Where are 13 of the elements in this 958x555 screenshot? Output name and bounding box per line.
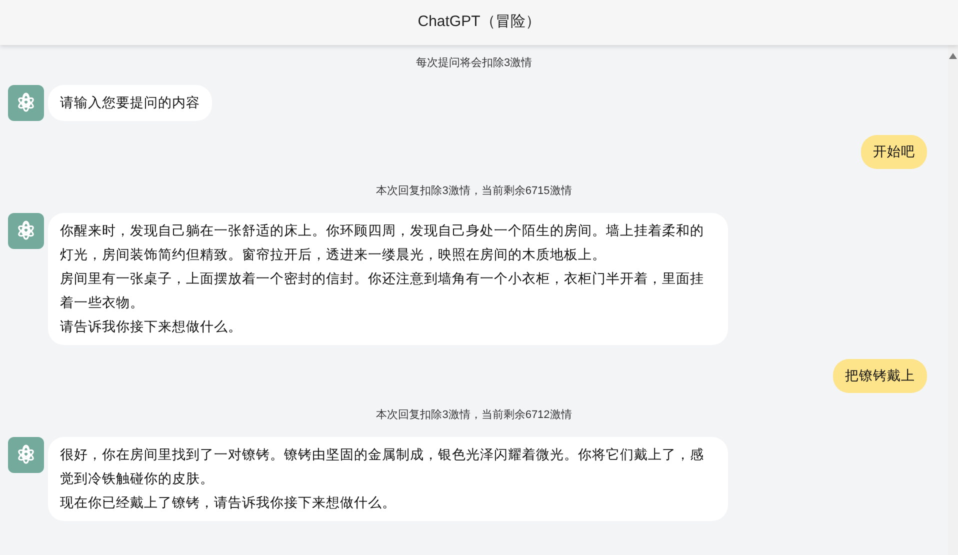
bot-message-bubble: 请输入您要提问的内容	[48, 85, 212, 121]
window-title: ChatGPT（冒险）	[418, 12, 540, 32]
user-message-bubble: 把镣铐戴上	[833, 359, 927, 393]
bot-message-bubble: 你醒来时，发现自己躺在一张舒适的床上。你环顾四周，发现自己身处一个陌生的房间。墙上挂着柔和的灯光，房间装饰简约但精致。窗帘拉开后，透进来一缕晨光，映照在房间的木质地板上。 房间里有一张桌子，上面摆放着一个密封的信封。你还注意到墙角有一个小衣柜，衣柜门半开着，里面挂着一些衣物。 请告诉我你接下来想做什么。	[48, 213, 728, 345]
notice-text: 本次回复扣除3激情，当前剩余6712激情	[376, 408, 572, 423]
bot-avatar-icon	[8, 85, 44, 121]
bot-message-bubble: 很好，你在房间里找到了一对镣铐。镣铐由坚固的金属制成，银色光泽闪耀着微光。你将它们戴上了，感觉到冷铁触碰你的皮肤。 现在你已经戴上了镣铐，请告诉我你接下来想做什么。	[48, 437, 728, 521]
scroll-up-icon[interactable]	[949, 53, 957, 59]
user-message-bubble: 开始吧	[861, 135, 927, 169]
notice-text: 每次提问将会扣除3激情	[416, 56, 532, 71]
notice-text: 本次回复扣除3激情，当前剩余6715激情	[376, 184, 572, 199]
bot-avatar-icon	[8, 213, 44, 249]
bot-avatar-icon	[8, 437, 44, 473]
